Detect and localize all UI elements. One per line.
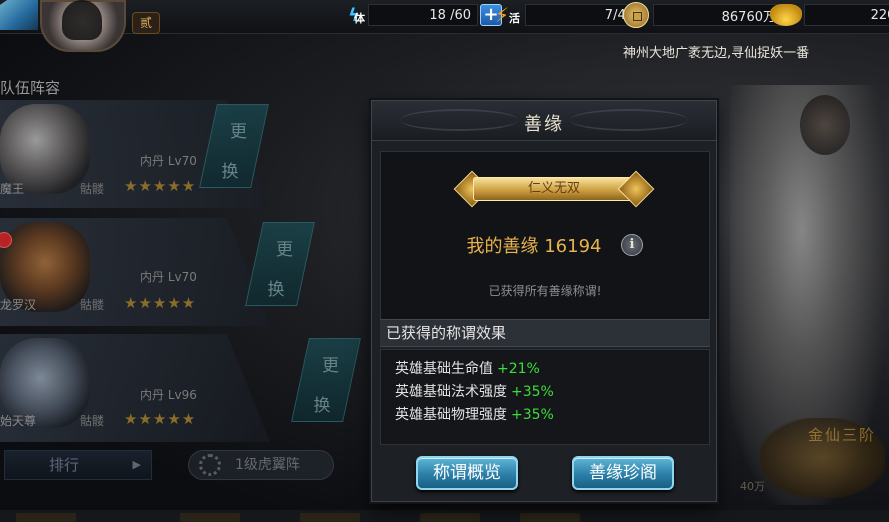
formation-tab[interactable]: 1级虎翼阵: [188, 450, 334, 480]
rank-emblem-text: 金仙三阶: [808, 426, 877, 444]
stamina-value: 18 /60: [368, 4, 478, 26]
hero-name: 魔王: [0, 182, 25, 196]
lightning-icon: ϟ体: [348, 4, 365, 26]
karma-dialog: 善缘 仁义无双 我的善缘 16194 i 已获得所有善缘称谓! 已获得的称谓效果…: [371, 100, 717, 502]
ranking-tab[interactable]: 排行 ▶: [4, 450, 152, 480]
coins-value: 86760万: [653, 4, 783, 26]
info-icon[interactable]: i: [621, 234, 643, 256]
bottom-menu-strip: [0, 510, 889, 522]
team-bottom-tabs: 排行 ▶ 1级虎翼阵: [0, 450, 340, 482]
hero-level: 内丹 Lv70: [140, 270, 197, 284]
title-banner: 仁义无双: [453, 170, 655, 208]
banner-plate: 仁义无双: [473, 177, 635, 201]
vigor-icon-label: 活: [509, 12, 520, 25]
stamina-stat: ϟ体 18 /60 +: [340, 3, 502, 27]
effect-label: 英雄基础法术强度: [395, 384, 507, 400]
coins-stat: 86760万: [623, 2, 783, 28]
effect-row: 英雄基础物理强度 +35%: [395, 404, 709, 427]
title-overview-button[interactable]: 称谓概览: [416, 456, 518, 490]
hero-partner: 骷髅: [80, 414, 105, 428]
announcement-marquee: 神州大地广袤无边,寻仙捉妖一番: [623, 46, 810, 61]
hero-name: 龙罗汉: [0, 298, 37, 312]
team-title: 队伍阵容: [0, 79, 61, 97]
avatar-hair: [62, 0, 102, 40]
effects-list: 英雄基础生命值 +21% 英雄基础法术强度 +35% 英雄基础物理强度 +35%: [380, 349, 710, 445]
ingots-value: 22016: [804, 4, 889, 26]
formation-tab-label: 1级虎翼阵: [235, 457, 300, 473]
swap-label-1: 更: [275, 240, 293, 260]
stamina-icon-label: 体: [354, 12, 365, 25]
hero-name: 始天尊: [0, 414, 37, 428]
all-titles-obtained-text: 已获得所有善缘称谓!: [488, 284, 602, 298]
hero-stars: ★★★★★: [124, 177, 197, 195]
top-bar: 贰 ϟ体 18 /60 + ⚡活 7/45 86760万 22016: [0, 0, 889, 52]
ranking-tab-label: 排行: [49, 456, 80, 474]
hero-level: 内丹 Lv70: [140, 154, 197, 168]
ingots-stat: 22016: [770, 3, 889, 27]
hero-level: 内丹 Lv96: [140, 388, 197, 402]
gear-icon: [199, 454, 221, 476]
swap-label-2: 换: [313, 396, 331, 416]
effect-row: 英雄基础法术强度 +35%: [395, 381, 709, 404]
effect-value: +35%: [511, 407, 554, 423]
hero-stars: ★★★★★: [124, 294, 197, 312]
diamond-icon[interactable]: [0, 0, 38, 30]
hero-stars: ★★★★★: [124, 410, 197, 428]
swap-label-1: 更: [321, 356, 339, 376]
effect-label: 英雄基础生命值: [395, 361, 493, 377]
chevron-right-icon: ▶: [132, 458, 141, 471]
effects-header: 已获得的称谓效果: [380, 319, 710, 347]
hero-partner: 骷髅: [80, 182, 105, 196]
effect-row: 英雄基础生命值 +21%: [395, 358, 709, 381]
coin-icon: [623, 2, 649, 28]
effect-label: 英雄基础物理强度: [395, 407, 507, 423]
rank-badge: 贰: [132, 12, 160, 34]
rank-emblem-subtext: 40万: [740, 480, 765, 493]
team-member-card[interactable]: 内丹 Lv96 始天尊 骷髅 ★★★★★: [0, 334, 270, 442]
dialog-title: 善缘: [524, 114, 564, 135]
vigor-stat: ⚡ 活 7/45: [495, 3, 641, 27]
hero-partner: 骷髅: [80, 298, 105, 312]
effect-value: +21%: [497, 361, 540, 377]
team-member-card[interactable]: 内丹 Lv70 龙罗汉 骷髅 ★★★★★: [0, 218, 270, 326]
flame-icon: ⚡ 活: [495, 3, 520, 27]
dialog-header: 善缘: [372, 101, 716, 141]
swap-label-1: 更: [229, 122, 247, 142]
gold-ingot-icon: [770, 4, 802, 26]
karma-pavilion-button[interactable]: 善缘珍阁: [572, 456, 674, 490]
swap-label-2: 换: [267, 280, 285, 300]
karma-summary-panel: 仁义无双 我的善缘 16194 i 已获得所有善缘称谓!: [380, 151, 710, 321]
swap-label-2: 换: [221, 162, 239, 182]
effect-value: +35%: [511, 384, 554, 400]
my-karma-value: 我的善缘 16194: [466, 236, 602, 257]
